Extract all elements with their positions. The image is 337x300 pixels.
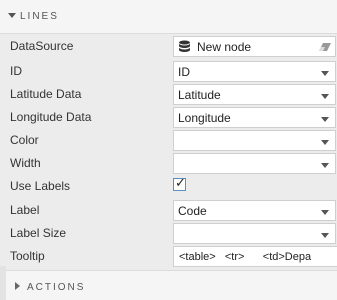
label-size-label: Label Size: [10, 226, 67, 240]
chevron-down-icon: [321, 117, 329, 122]
eraser-icon[interactable]: [319, 43, 331, 51]
chevron-down-icon: [321, 71, 329, 76]
database-icon: [179, 40, 190, 52]
tooltip-input[interactable]: <table> <tr> <td>Depa: [173, 246, 337, 267]
datasource-row: DataSource New node: [0, 35, 337, 58]
tooltip-label: Tooltip: [10, 249, 45, 263]
id-row: ID ID: [0, 60, 337, 83]
label-size-select[interactable]: [173, 223, 336, 244]
tooltip-row: Tooltip <table> <tr> <td>Depa: [0, 245, 337, 268]
actions-section-header[interactable]: ACTIONS: [6, 270, 337, 300]
datasource-value: New node: [197, 40, 252, 54]
lines-panel: LINES DataSource New node ID ID Latitude…: [0, 0, 337, 300]
chevron-down-icon: [321, 210, 329, 215]
color-row: Color: [0, 129, 337, 152]
section-title: LINES: [20, 11, 59, 22]
tooltip-value: <table> <tr> <td>Depa: [179, 251, 312, 263]
use-labels-checkbox[interactable]: ✓: [173, 175, 186, 191]
label-select[interactable]: Code: [173, 200, 336, 221]
width-label: Width: [10, 156, 41, 170]
latitude-row: Latitude Data Latitude: [0, 83, 337, 106]
color-select[interactable]: [173, 130, 336, 151]
label-label: Label: [10, 203, 40, 217]
longitude-select[interactable]: Longitude: [173, 107, 336, 128]
chevron-down-icon: [321, 233, 329, 238]
width-select[interactable]: [173, 153, 336, 174]
longitude-label: Longitude Data: [10, 110, 92, 124]
chevron-down-icon: [321, 140, 329, 145]
label-select-value: Code: [178, 204, 207, 218]
chevron-down-icon: [321, 163, 329, 168]
caret-right-icon: [15, 282, 20, 290]
id-select-value: ID: [178, 65, 190, 79]
id-label: ID: [10, 64, 22, 78]
label-row: Label Code: [0, 199, 337, 222]
latitude-label: Latitude Data: [10, 87, 82, 101]
longitude-row: Longitude Data Longitude: [0, 106, 337, 129]
latitude-select-value: Latitude: [178, 88, 221, 102]
id-select[interactable]: ID: [173, 61, 336, 82]
caret-down-icon: [8, 13, 16, 18]
datasource-label: DataSource: [10, 39, 74, 53]
use-labels-row: Use Labels ✓: [0, 175, 337, 198]
actions-title: ACTIONS: [27, 282, 86, 293]
color-label: Color: [10, 133, 39, 147]
latitude-select[interactable]: Latitude: [173, 84, 336, 105]
check-icon: ✓: [175, 175, 186, 190]
lines-section-header[interactable]: LINES: [0, 0, 337, 34]
datasource-field[interactable]: New node: [173, 36, 336, 57]
longitude-select-value: Longitude: [178, 111, 231, 125]
label-size-row: Label Size: [0, 222, 337, 245]
width-row: Width: [0, 152, 337, 175]
use-labels-label: Use Labels: [10, 179, 71, 193]
chevron-down-icon: [321, 94, 329, 99]
